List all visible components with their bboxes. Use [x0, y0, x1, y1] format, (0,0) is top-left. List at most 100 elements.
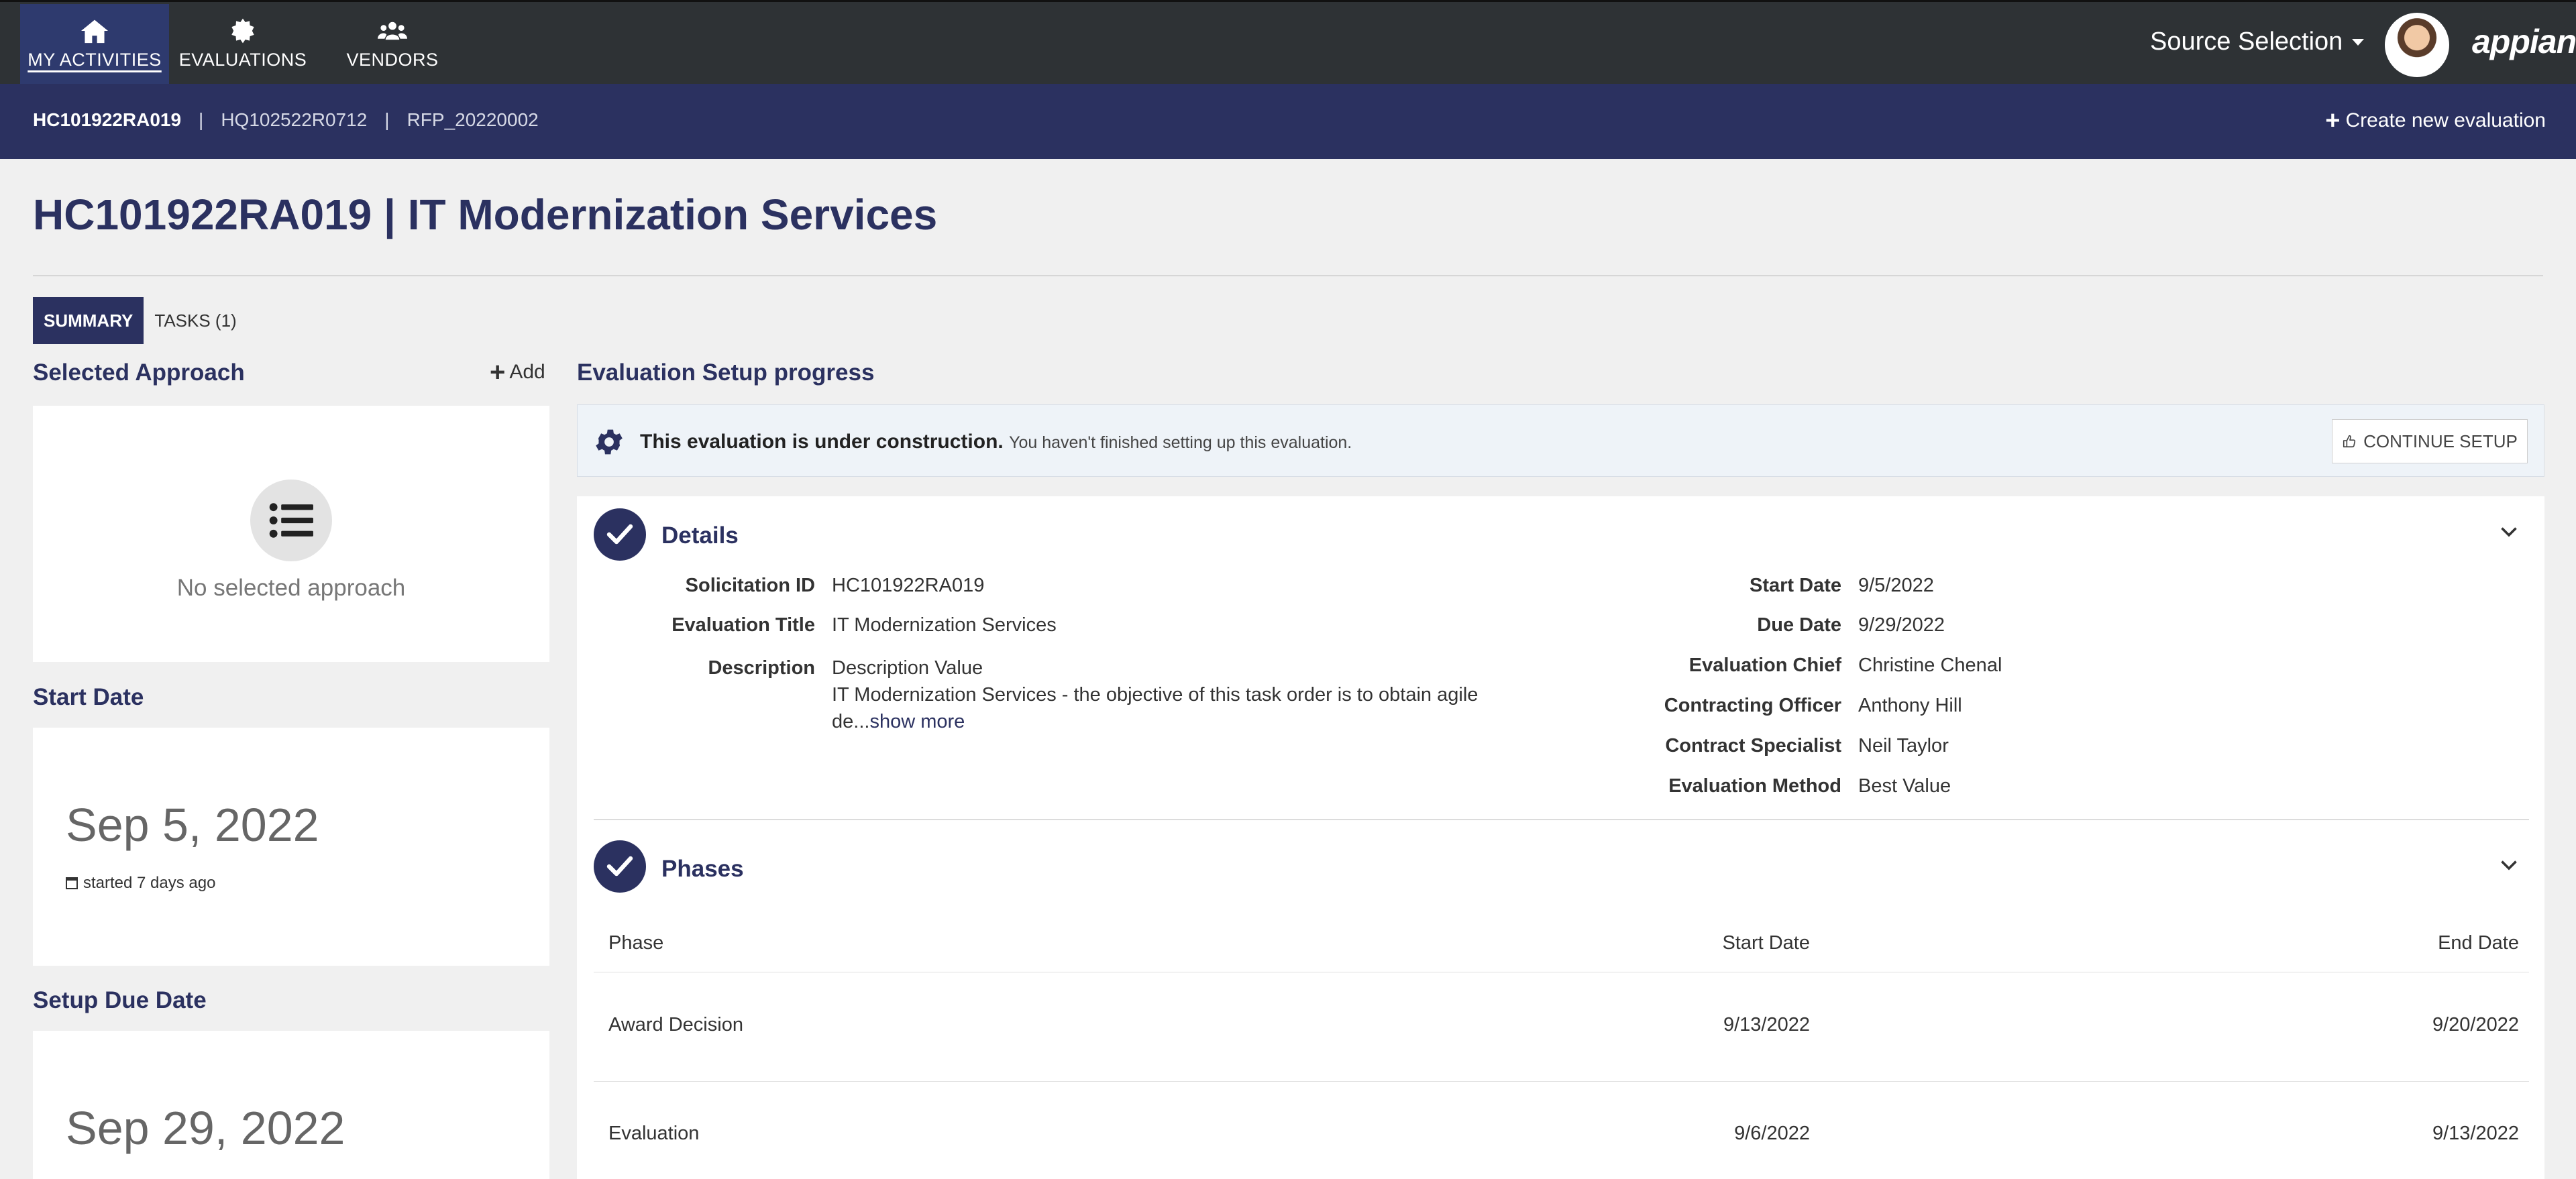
column-header-phase[interactable]: Phase: [608, 932, 663, 954]
detail-due-date: Due Date 9/29/2022: [1372, 614, 1945, 636]
setup-due-date-heading: Setup Due Date: [33, 987, 207, 1013]
site-menu-dropdown[interactable]: Source Selection: [2150, 27, 2365, 56]
banner-text: You haven't finished setting up this eva…: [1009, 433, 1352, 452]
breadcrumb-item-active[interactable]: HC101922RA019: [33, 109, 181, 131]
detail-value: Best Value: [1858, 775, 1951, 797]
nav-tab-my-activities[interactable]: MY ACTIVITIES: [20, 4, 169, 84]
list-icon: [269, 503, 313, 538]
nav-tab-label: VENDORS: [346, 50, 439, 70]
due-date-value: Sep 29, 2022: [66, 1102, 345, 1154]
avatar[interactable]: [2385, 13, 2449, 77]
start-date-heading: Start Date: [33, 684, 144, 710]
phases-complete: [594, 840, 646, 893]
detail-value: 9/29/2022: [1858, 614, 1945, 636]
cell-phase: Evaluation: [608, 1123, 700, 1144]
nav-tab-label: EVALUATIONS: [178, 50, 307, 70]
cell-end-date: 9/13/2022: [2432, 1123, 2519, 1144]
detail-start-date: Start Date 9/5/2022: [1372, 575, 1934, 597]
detail-contract-specialist: Contract Specialist Neil Taylor: [1372, 735, 1949, 757]
nav-tab-evaluations[interactable]: EVALUATIONS: [176, 4, 310, 84]
detail-label: Evaluation Title: [672, 614, 815, 636]
top-nav: MY ACTIVITIES EVALUATIONS VENDORS Source…: [0, 0, 2576, 84]
detail-label: Evaluation Method: [1668, 775, 1841, 797]
breadcrumb-separator: |: [199, 109, 204, 130]
page-title: HC101922RA019 | IT Modernization Service…: [33, 190, 938, 239]
check-icon: [606, 524, 633, 545]
calendar-icon: [66, 877, 78, 889]
setup-progress-heading: Evaluation Setup progress: [577, 359, 875, 386]
chevron-down-icon[interactable]: [2499, 854, 2519, 875]
hand-pointer-icon: [2343, 435, 2356, 448]
list-icon-circle: [250, 480, 332, 561]
cell-start-date: 9/6/2022: [1734, 1123, 1810, 1144]
approach-card: No selected approach: [33, 406, 549, 662]
tab-tasks[interactable]: TASKS (1): [144, 297, 247, 344]
home-icon: [81, 19, 108, 44]
detail-label: Contracting Officer: [1664, 695, 1841, 716]
page-tabs: SUMMARY TASKS (1): [33, 297, 248, 344]
detail-value: Neil Taylor: [1858, 735, 1949, 756]
started-ago: started 7 days ago: [66, 874, 215, 893]
detail-label: Evaluation Chief: [1688, 655, 1841, 676]
appian-logo: appian: [2472, 23, 2576, 60]
cell-start-date: 9/13/2022: [1723, 1014, 1810, 1035]
detail-label: Start Date: [1750, 575, 1841, 596]
site-menu-label: Source Selection: [2150, 27, 2343, 56]
caret-down-icon: [2352, 38, 2365, 46]
details-complete: [594, 508, 646, 561]
started-ago-text: started 7 days ago: [83, 874, 216, 892]
gear-icon: [596, 429, 623, 455]
detail-label: Due Date: [1757, 614, 1841, 636]
add-label: Add: [509, 361, 545, 383]
description-line: Description Value: [832, 657, 983, 679]
users-icon: [378, 21, 407, 40]
detail-label: Solicitation ID: [685, 575, 815, 596]
detail-evaluation-method: Evaluation Method Best Value: [1372, 775, 1951, 797]
continue-setup-label: CONTINUE SETUP: [2363, 431, 2518, 451]
continue-setup-button[interactable]: CONTINUE SETUP: [2332, 419, 2528, 463]
details-title: Details: [661, 522, 739, 549]
start-date-value: Sep 5, 2022: [66, 799, 319, 851]
detail-label: Contract Specialist: [1665, 735, 1841, 756]
start-date-card: Sep 5, 2022 started 7 days ago: [33, 728, 549, 966]
selected-approach-heading: Selected Approach: [33, 359, 245, 386]
breadcrumb-separator: |: [384, 109, 390, 130]
create-new-evaluation-link[interactable]: + Create new evaluation: [2325, 108, 2546, 133]
show-more-link[interactable]: show more: [869, 711, 965, 732]
construction-banner: This evaluation is under construction. Y…: [577, 404, 2544, 477]
chevron-down-icon[interactable]: [2499, 521, 2519, 541]
cell-end-date: 9/20/2022: [2432, 1014, 2519, 1035]
column-header-start-date[interactable]: Start Date: [1722, 932, 1810, 954]
no-approach-text: No selected approach: [176, 575, 406, 601]
badge-icon: [231, 18, 254, 44]
create-new-label: Create new evaluation: [2345, 109, 2546, 131]
row-divider: [594, 1081, 2529, 1082]
banner-bold-text: This evaluation is under construction.: [640, 431, 1004, 453]
breadcrumb: HC101922RA019 | HQ102522R0712 | RFP_2022…: [33, 109, 539, 131]
detail-value: 9/5/2022: [1858, 575, 1934, 596]
nav-tab-label: MY ACTIVITIES: [28, 50, 162, 70]
record-bar: HC101922RA019 | HQ102522R0712 | RFP_2022…: [0, 84, 2576, 159]
breadcrumb-item[interactable]: RFP_20220002: [407, 109, 539, 131]
cell-phase: Award Decision: [608, 1014, 743, 1035]
phases-title: Phases: [661, 856, 744, 882]
setup-due-date-card: Sep 29, 2022: [33, 1031, 549, 1179]
detail-value: Christine Chenal: [1858, 655, 2002, 676]
detail-label: Description: [708, 657, 815, 679]
banner-message: This evaluation is under construction. Y…: [640, 431, 1352, 453]
column-header-end-date[interactable]: End Date: [2438, 932, 2519, 954]
divider: [33, 275, 2543, 276]
breadcrumb-item[interactable]: HQ102522R0712: [221, 109, 367, 131]
plus-icon: +: [2325, 107, 2341, 135]
setup-panel: Details Solicitation ID HC101922RA019 Ev…: [577, 496, 2544, 1179]
add-approach-link[interactable]: + Add: [490, 359, 545, 386]
tab-summary[interactable]: SUMMARY: [33, 297, 144, 344]
detail-value: Anthony Hill: [1858, 695, 1962, 716]
section-divider: [594, 819, 2529, 820]
check-icon: [606, 856, 633, 877]
plus-icon: +: [490, 357, 506, 387]
detail-contracting-officer: Contracting Officer Anthony Hill: [1372, 695, 1962, 717]
nav-tab-vendors[interactable]: VENDORS: [339, 4, 446, 84]
detail-evaluation-chief: Evaluation Chief Christine Chenal: [1372, 655, 2002, 677]
description-line: de...: [832, 711, 870, 732]
